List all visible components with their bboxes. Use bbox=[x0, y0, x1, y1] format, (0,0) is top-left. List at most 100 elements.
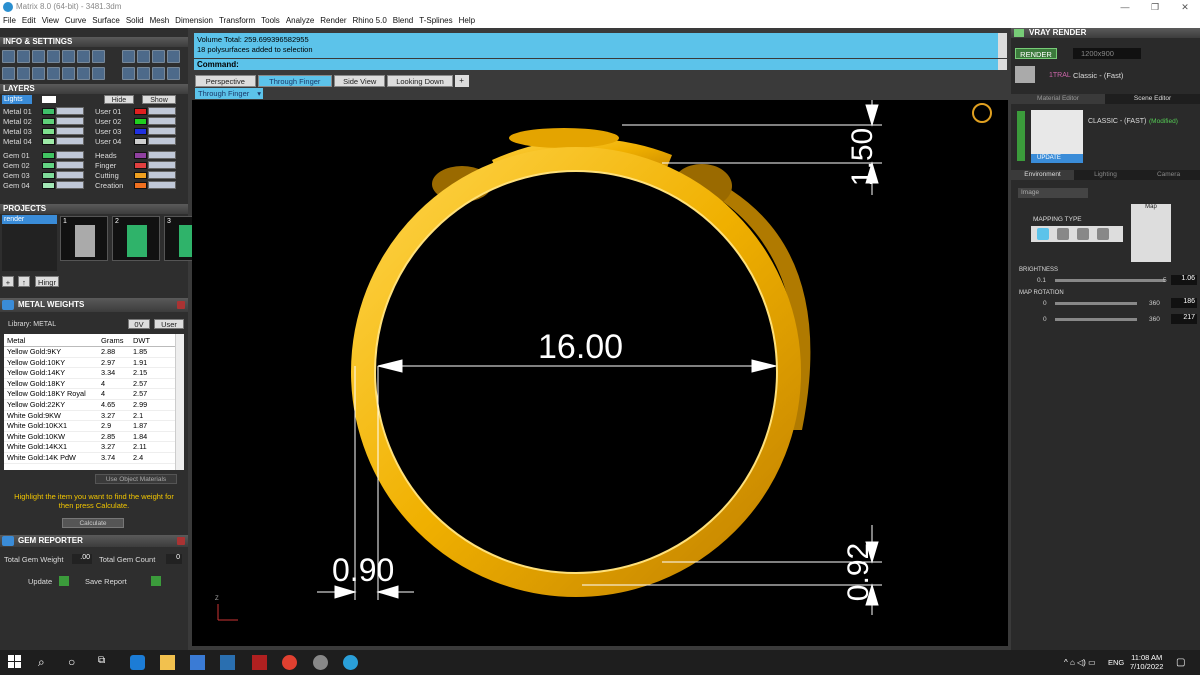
update-button[interactable] bbox=[59, 576, 69, 586]
layer-name[interactable]: Gem 01 bbox=[3, 151, 30, 160]
table-row[interactable]: Yellow Gold:22KY 4.65 2.99 bbox=[4, 400, 184, 411]
layer-color-swatch[interactable] bbox=[134, 108, 147, 115]
layer-toggle-buttons[interactable] bbox=[148, 181, 176, 189]
menu-item-view[interactable]: View bbox=[39, 14, 62, 28]
info-tool-button[interactable] bbox=[167, 67, 180, 80]
view-tab-side-view[interactable]: Side View bbox=[334, 75, 386, 87]
table-row[interactable]: Yellow Gold:18KY 4 2.57 bbox=[4, 379, 184, 390]
layer-name[interactable]: Metal 04 bbox=[3, 137, 32, 146]
edge-icon[interactable] bbox=[130, 655, 145, 670]
layer-toggle-buttons[interactable] bbox=[56, 117, 84, 125]
cortana-icon[interactable]: ○ bbox=[68, 655, 83, 670]
close-metal-icon[interactable] bbox=[177, 301, 185, 309]
menu-item-analyze[interactable]: Analyze bbox=[283, 14, 317, 28]
store-icon[interactable] bbox=[190, 655, 205, 670]
minimize-button[interactable]: — bbox=[1110, 0, 1140, 14]
layer-name[interactable]: Cutting bbox=[95, 171, 119, 180]
table-row[interactable]: White Gold:10KW 2.85 1.84 bbox=[4, 432, 184, 443]
ring-view-icon[interactable] bbox=[972, 103, 992, 123]
info-tool-button[interactable] bbox=[122, 50, 135, 63]
layer-name[interactable]: Gem 04 bbox=[3, 181, 30, 190]
layer-color-swatch[interactable] bbox=[134, 152, 147, 159]
menu-item-edit[interactable]: Edit bbox=[19, 14, 39, 28]
menu-item-tools[interactable]: Tools bbox=[258, 14, 283, 28]
show-button[interactable]: Show bbox=[142, 95, 176, 104]
menu-item-mesh[interactable]: Mesh bbox=[147, 14, 173, 28]
tab-material-editor[interactable]: Material Editor bbox=[1011, 94, 1105, 104]
layer-toggle-buttons[interactable] bbox=[148, 151, 176, 159]
info-tool-button[interactable] bbox=[17, 50, 30, 63]
clock[interactable]: 11:08 AM 7/10/2022 bbox=[1130, 653, 1163, 671]
info-tool-button[interactable] bbox=[92, 67, 105, 80]
layer-toggle-buttons[interactable] bbox=[56, 171, 84, 179]
mapping-type-option[interactable] bbox=[1057, 228, 1069, 240]
scene-update-button[interactable]: UPDATE bbox=[1031, 154, 1083, 163]
menu-item-transform[interactable]: Transform bbox=[216, 14, 258, 28]
info-tool-button[interactable] bbox=[77, 67, 90, 80]
table-row[interactable]: Yellow Gold:14KY 3.34 2.15 bbox=[4, 368, 184, 379]
tab-scene-editor[interactable]: Scene Editor bbox=[1105, 94, 1200, 104]
info-tool-button[interactable] bbox=[17, 67, 30, 80]
map-panel[interactable]: Map bbox=[1131, 204, 1171, 262]
layer-color-swatch[interactable] bbox=[134, 138, 147, 145]
info-tool-button[interactable] bbox=[62, 50, 75, 63]
info-tool-button[interactable] bbox=[32, 50, 45, 63]
menu-item-blend[interactable]: Blend bbox=[390, 14, 416, 28]
layer-color-swatch[interactable] bbox=[42, 152, 55, 159]
save-report-button[interactable] bbox=[151, 576, 161, 586]
table-row[interactable]: White Gold:9KW 3.27 2.1 bbox=[4, 411, 184, 422]
layer-toggle-buttons[interactable] bbox=[148, 137, 176, 145]
layer-color-swatch[interactable] bbox=[42, 118, 55, 125]
project-thumbnail[interactable]: 1 bbox=[60, 216, 108, 261]
brightness-slider[interactable] bbox=[1055, 279, 1165, 282]
menu-item-t-splines[interactable]: T-Splines bbox=[416, 14, 455, 28]
info-tool-button[interactable] bbox=[152, 50, 165, 63]
search-icon[interactable]: ⌕ bbox=[38, 655, 53, 670]
layer-toggle-buttons[interactable] bbox=[148, 171, 176, 179]
layer-name[interactable]: Metal 01 bbox=[3, 107, 32, 116]
project-item[interactable]: render bbox=[2, 215, 57, 224]
rotation-slider-1[interactable] bbox=[1055, 302, 1137, 305]
col-dwt[interactable]: DWT bbox=[133, 334, 150, 347]
close-button[interactable]: ✕ bbox=[1170, 0, 1200, 14]
layer-toggle-buttons[interactable] bbox=[148, 107, 176, 115]
up-project-button[interactable]: ↑ bbox=[18, 276, 30, 287]
tray-icons[interactable]: ^ ⌂ ◁) ▭ bbox=[1064, 658, 1096, 667]
command-input-scroll[interactable] bbox=[998, 59, 1007, 70]
mail-icon[interactable] bbox=[220, 655, 235, 670]
hide-button[interactable]: Hide bbox=[104, 95, 134, 104]
info-tool-button[interactable] bbox=[47, 50, 60, 63]
layer-toggle-buttons[interactable] bbox=[56, 161, 84, 169]
info-tool-button[interactable] bbox=[152, 67, 165, 80]
layer-color-swatch[interactable] bbox=[42, 128, 55, 135]
hinge-button[interactable]: Hingr bbox=[35, 276, 59, 287]
layer-name[interactable]: User 03 bbox=[95, 127, 121, 136]
restore-button[interactable]: ❐ bbox=[1140, 0, 1170, 14]
view-tab-perspective[interactable]: Perspective bbox=[195, 75, 256, 87]
rotation-value-1[interactable]: 186 bbox=[1171, 298, 1197, 308]
menu-item-render[interactable]: Render bbox=[317, 14, 349, 28]
menu-item-surface[interactable]: Surface bbox=[89, 14, 123, 28]
menu-item-help[interactable]: Help bbox=[456, 14, 478, 28]
library-dropdown[interactable]: 0V bbox=[128, 319, 150, 329]
layer-toggle-buttons[interactable] bbox=[56, 151, 84, 159]
info-tool-button[interactable] bbox=[137, 50, 150, 63]
task-view-icon[interactable]: ⧉ bbox=[98, 655, 113, 670]
table-scrollbar[interactable] bbox=[175, 334, 184, 470]
layer-name[interactable]: Gem 02 bbox=[3, 161, 30, 170]
layer-color-swatch[interactable] bbox=[42, 162, 55, 169]
project-thumbnail[interactable]: 2 bbox=[112, 216, 160, 261]
info-tool-button[interactable] bbox=[2, 67, 15, 80]
info-tool-button[interactable] bbox=[137, 67, 150, 80]
layer-color-swatch[interactable] bbox=[134, 118, 147, 125]
layer-color-swatch[interactable] bbox=[134, 162, 147, 169]
command-input[interactable]: Command: bbox=[194, 59, 998, 70]
layer-color-swatch[interactable] bbox=[42, 138, 55, 145]
viewport-label[interactable]: Through Finger ▾ bbox=[195, 88, 263, 99]
layer-toggle-buttons[interactable] bbox=[56, 127, 84, 135]
viewport[interactable]: 16.00 1.50 0.90 0.92 Z bbox=[192, 100, 1008, 646]
layer-color-swatch[interactable] bbox=[134, 128, 147, 135]
menu-item-file[interactable]: File bbox=[0, 14, 19, 28]
table-row[interactable]: White Gold:10KX1 2.9 1.87 bbox=[4, 421, 184, 432]
layer-name[interactable]: Finger bbox=[95, 161, 116, 170]
